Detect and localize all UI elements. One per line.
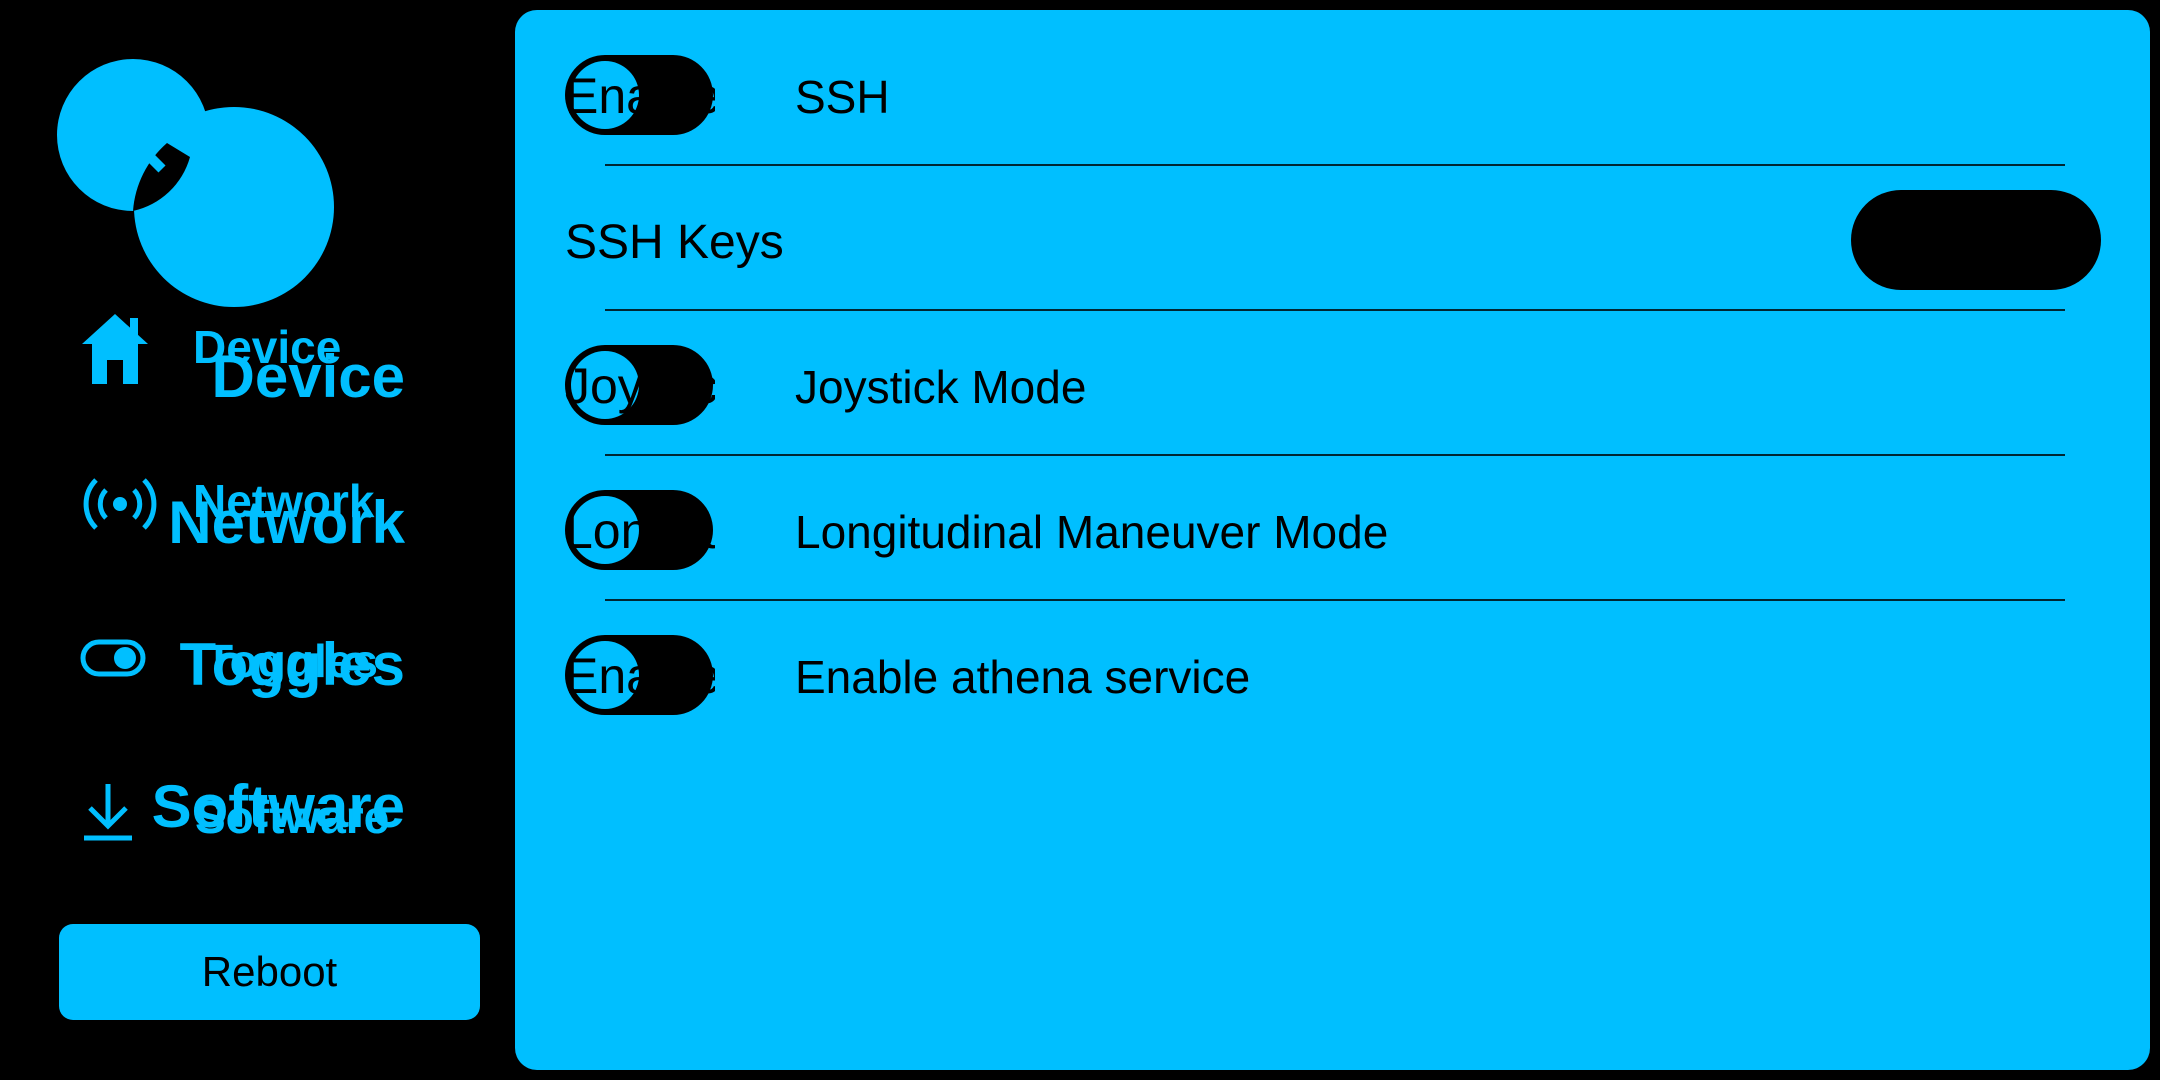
sidebar: Device Device Network Network Toggles To… (0, 0, 500, 1080)
toggle-overlay-text: Joystick (565, 358, 715, 414)
sidebar-item-device[interactable]: Device Device (75, 300, 415, 410)
sidebar-item-network[interactable]: Network Network (75, 460, 415, 570)
ssh-keys-label: SSH Keys (565, 216, 784, 269)
divider (605, 309, 2065, 311)
divider (605, 164, 2065, 166)
toggle-overlay-text: Longitudinal (565, 503, 715, 559)
toggle-icon (80, 638, 146, 678)
athena-toggle[interactable]: Enable (565, 635, 715, 715)
joystick-label: Joystick Mode (795, 361, 1087, 413)
download-icon (80, 780, 136, 844)
sidebar-item-software[interactable]: Software Software (75, 760, 415, 870)
sidebar-item-label: Device (211, 343, 405, 410)
ssh-toggle[interactable]: Enable (565, 55, 715, 135)
settings-panel: Enable SSH SSH Keys Joystick Joystick Mo… (515, 10, 2150, 1070)
divider (605, 454, 2065, 456)
sidebar-item-label: Software (151, 773, 405, 840)
longitudinal-label: Longitudinal Maneuver Mode (795, 506, 1389, 558)
joystick-toggle[interactable]: Joystick (565, 345, 715, 425)
app-root: Device Device Network Network Toggles To… (0, 0, 2160, 1080)
reboot-button[interactable]: Reboot (59, 924, 480, 1020)
toggle-overlay-text: Enable (565, 68, 715, 124)
sidebar-item-label: Toggles (179, 631, 405, 698)
toggle-overlay-text: Enable (565, 648, 715, 704)
longitudinal-toggle[interactable]: Longitudinal (565, 490, 715, 570)
ssh-keys-button[interactable] (1851, 190, 2101, 290)
sidebar-item-label: Network (168, 489, 405, 556)
divider (605, 599, 2065, 601)
home-icon (80, 312, 150, 387)
wifi-signal-icon (80, 474, 160, 534)
athena-label: Enable athena service (795, 651, 1251, 703)
two-circles-logo-icon (57, 57, 347, 307)
ssh-label: SSH (795, 71, 890, 123)
sidebar-item-toggles[interactable]: Toggles Toggles (75, 610, 415, 720)
